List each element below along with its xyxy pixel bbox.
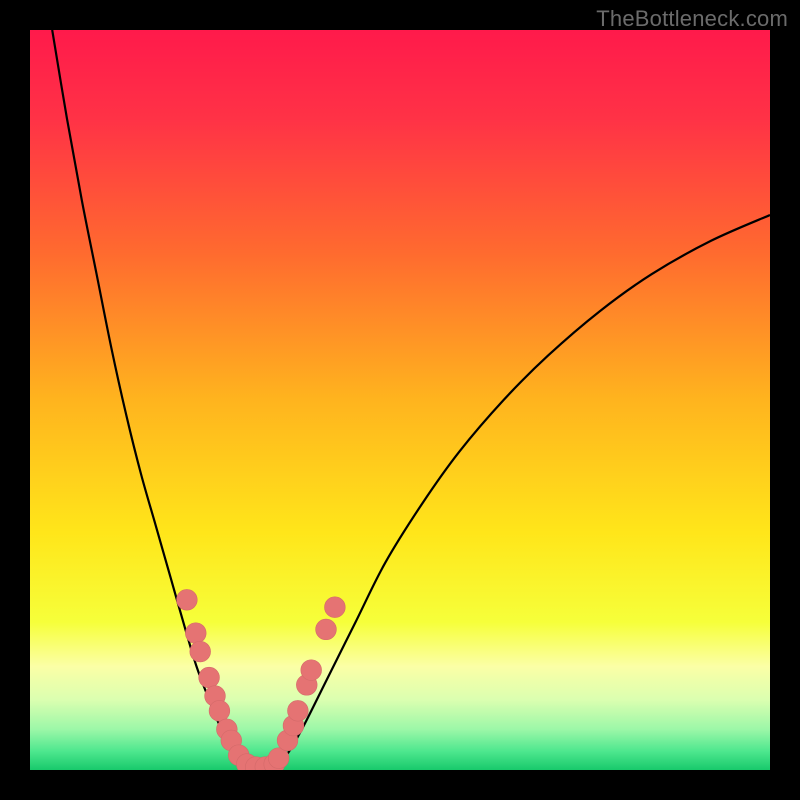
gradient-background: [30, 30, 770, 770]
data-marker: [199, 667, 220, 688]
data-marker: [288, 700, 309, 721]
data-marker: [316, 619, 337, 640]
data-marker: [190, 641, 211, 662]
plot-area: [30, 30, 770, 770]
watermark-text: TheBottleneck.com: [596, 6, 788, 32]
chart-svg: [30, 30, 770, 770]
data-marker: [209, 700, 230, 721]
data-marker: [177, 589, 198, 610]
data-marker: [301, 660, 322, 681]
data-marker: [185, 623, 206, 644]
outer-frame: TheBottleneck.com: [0, 0, 800, 800]
data-marker: [325, 597, 346, 618]
